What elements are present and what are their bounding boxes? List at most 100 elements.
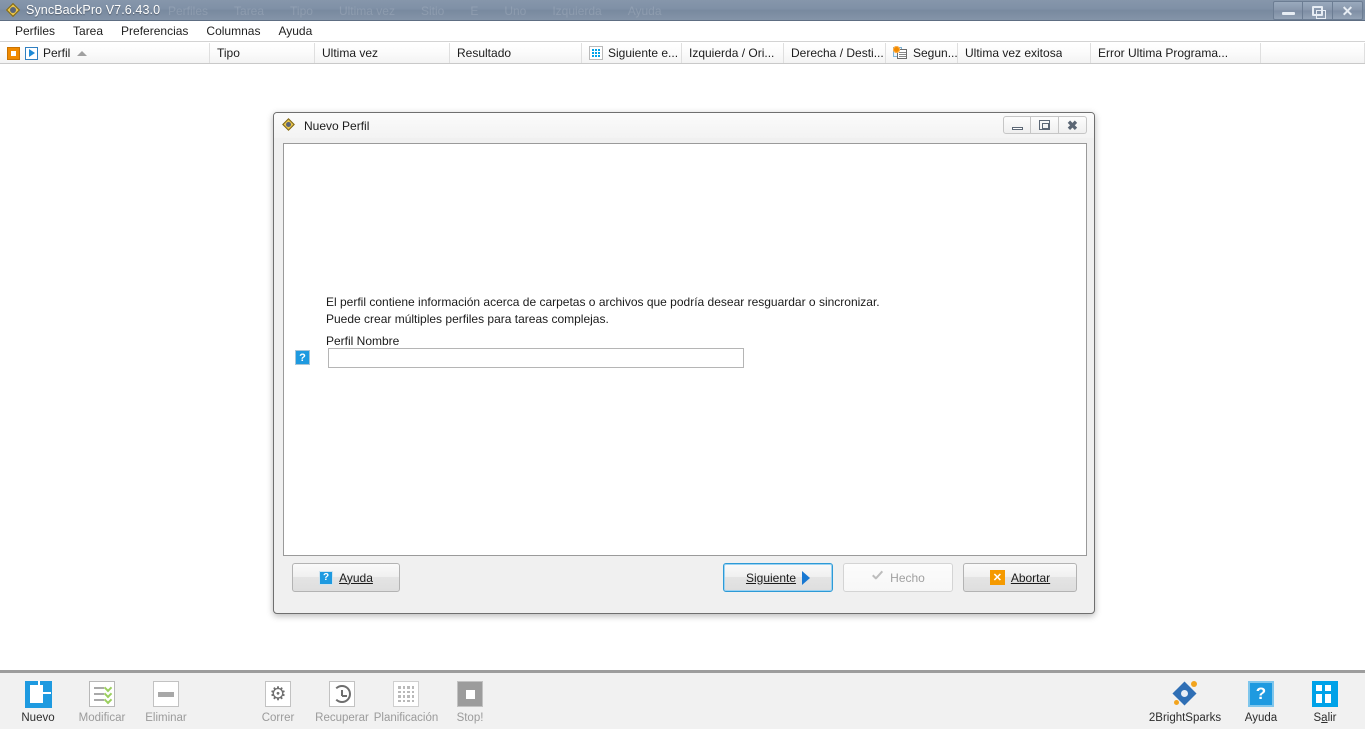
toolbar-correr-button[interactable]: ⚙ Correr bbox=[246, 673, 310, 724]
column-header-error-ultima-programada[interactable]: Error Ultima Programa... bbox=[1091, 43, 1261, 63]
help-button[interactable]: ? Ayuda bbox=[292, 563, 400, 592]
profile-list-column-headers: Perfil Tipo Ultima vez Resultado Siguien… bbox=[0, 43, 1365, 64]
toolbar-modificar-button[interactable]: Modificar bbox=[70, 673, 134, 724]
window-close-button[interactable]: ✕ bbox=[1333, 1, 1363, 20]
ghost-item: Tipo bbox=[290, 4, 313, 18]
run-play-icon bbox=[25, 46, 38, 60]
stop-icon bbox=[457, 678, 483, 710]
application-window: SyncBackPro V7.6.43.0 Perfiles Tarea Tip… bbox=[0, 0, 1365, 729]
column-label: Segun... bbox=[913, 46, 957, 60]
toolbar-label: Planificación bbox=[373, 712, 439, 724]
toolbar-eliminar-button[interactable]: Eliminar bbox=[134, 673, 198, 724]
window-titlebar: SyncBackPro V7.6.43.0 Perfiles Tarea Tip… bbox=[0, 0, 1365, 21]
toolbar-label: Ayuda bbox=[1244, 712, 1278, 724]
ghost-item: E bbox=[470, 4, 479, 18]
toolbar-left-group: Nuevo Modificar Eliminar ⚙ Correr Recupe… bbox=[6, 673, 502, 724]
intro-line-1: El perfil contiene información acerca de… bbox=[326, 295, 880, 309]
delete-icon bbox=[153, 678, 179, 710]
close-icon: ✕ bbox=[1341, 2, 1354, 19]
dialog-title: Nuevo Perfil bbox=[304, 118, 370, 133]
column-header-perfil[interactable]: Perfil bbox=[0, 43, 210, 63]
abort-button-label: Abortar bbox=[1010, 570, 1051, 585]
intro-line-2: Puede crear múltiples perfiles para tare… bbox=[326, 312, 609, 326]
dialog-restore-button[interactable] bbox=[1031, 116, 1059, 134]
menu-ayuda[interactable]: Ayuda bbox=[269, 22, 321, 40]
exit-grid-icon bbox=[1312, 678, 1338, 710]
minimize-icon bbox=[1011, 126, 1023, 130]
x-icon: ✕ bbox=[989, 570, 1005, 585]
toolbar-separator-gap bbox=[198, 673, 246, 724]
column-label: Ultima vez exitosa bbox=[965, 46, 1063, 60]
menu-preferencias[interactable]: Preferencias bbox=[112, 22, 197, 40]
done-button-label: Hecho bbox=[890, 570, 925, 585]
help-icon: ? bbox=[319, 570, 334, 585]
menu-tarea[interactable]: Tarea bbox=[64, 22, 112, 40]
dialog-footer: ? Ayuda Siguiente Hecho ✕ Abortar bbox=[283, 563, 1087, 605]
next-button[interactable]: Siguiente bbox=[723, 563, 833, 592]
toolbar-label: Stop! bbox=[456, 712, 484, 724]
ghost-item: Izquierda bbox=[552, 4, 602, 18]
column-header-ultima-vez-exitosa[interactable]: Ultima vez exitosa bbox=[958, 43, 1091, 63]
restore-icon bbox=[1039, 120, 1050, 130]
column-header-resultado[interactable]: Resultado bbox=[450, 43, 582, 63]
column-header-siguiente-ejecucion[interactable]: Siguiente e... bbox=[582, 43, 682, 63]
close-icon: ✖ bbox=[1067, 117, 1078, 133]
column-label: Error Ultima Programa... bbox=[1098, 46, 1229, 60]
column-header-tipo[interactable]: Tipo bbox=[210, 43, 315, 63]
dialog-titlebar: Nuevo Perfil ✖ bbox=[274, 113, 1094, 138]
toolbar-ayuda-button[interactable]: ? Ayuda bbox=[1229, 673, 1293, 724]
profile-name-label: Perfil Nombre bbox=[326, 334, 400, 348]
toolbar-label: Nuevo bbox=[21, 712, 55, 724]
done-button[interactable]: Hecho bbox=[843, 563, 953, 592]
column-header-segundo[interactable]: Segun... bbox=[886, 43, 958, 63]
ghost-item: Ayuda bbox=[627, 4, 662, 18]
new-profile-icon bbox=[24, 678, 52, 710]
toolbar-label: Correr bbox=[261, 712, 295, 724]
next-button-label: Siguiente bbox=[745, 570, 797, 585]
restore-clock-icon bbox=[329, 678, 355, 710]
menu-perfiles[interactable]: Perfiles bbox=[6, 22, 64, 40]
ghost-item: Ultima vez bbox=[338, 4, 395, 18]
ghost-item: Uno bbox=[504, 4, 527, 18]
modify-icon bbox=[89, 678, 115, 710]
window-title: SyncBackPro V7.6.43.0 bbox=[26, 3, 161, 17]
profile-name-input[interactable] bbox=[328, 348, 744, 368]
bottom-toolbar: Nuevo Modificar Eliminar ⚙ Correr Recupe… bbox=[0, 670, 1365, 729]
toolbar-planificacion-button[interactable]: Planificación bbox=[374, 673, 438, 724]
abort-button[interactable]: ✕ Abortar bbox=[963, 563, 1077, 592]
dialog-body-panel: El perfil contiene información acerca de… bbox=[283, 143, 1087, 556]
gear-icon: ⚙ bbox=[265, 678, 291, 710]
restore-icon bbox=[1312, 5, 1326, 19]
toolbar-stop-button[interactable]: Stop! bbox=[438, 673, 502, 724]
menubar: Perfiles Tarea Preferencias Columnas Ayu… bbox=[0, 21, 1365, 42]
column-header-filler bbox=[1261, 43, 1365, 63]
help-icon[interactable]: ? bbox=[295, 350, 310, 365]
toolbar-label: Modificar bbox=[78, 712, 126, 724]
ghost-item: Sitio bbox=[420, 4, 445, 18]
toolbar-right-group: 2BrightSparks ? Ayuda Salir bbox=[1141, 673, 1357, 724]
status-square-icon bbox=[7, 46, 20, 60]
menu-columnas[interactable]: Columnas bbox=[197, 22, 269, 40]
column-label: Ultima vez bbox=[322, 46, 379, 60]
toolbar-label: Recuperar bbox=[315, 712, 369, 724]
help-button-label: Ayuda bbox=[339, 570, 373, 585]
column-label: Tipo bbox=[217, 46, 240, 60]
grid-icon bbox=[589, 46, 603, 60]
column-header-ultima-vez[interactable]: Ultima vez bbox=[315, 43, 450, 63]
toolbar-salir-button[interactable]: Salir bbox=[1293, 673, 1357, 724]
column-header-izquierda-origen[interactable]: Izquierda / Ori... bbox=[682, 43, 784, 63]
sort-ascending-icon bbox=[77, 50, 88, 56]
toolbar-recuperar-button[interactable]: Recuperar bbox=[310, 673, 374, 724]
window-minimize-button[interactable] bbox=[1273, 1, 1303, 20]
chevron-right-icon bbox=[802, 570, 811, 585]
window-restore-button[interactable] bbox=[1303, 1, 1333, 20]
toolbar-nuevo-button[interactable]: Nuevo bbox=[6, 673, 70, 724]
column-header-derecha-destino[interactable]: Derecha / Desti... bbox=[784, 43, 886, 63]
dialog-close-button[interactable]: ✖ bbox=[1059, 116, 1087, 134]
column-label: Perfil bbox=[43, 46, 71, 60]
nuevo-perfil-dialog: Nuevo Perfil ✖ El perfil contiene inform… bbox=[273, 112, 1095, 614]
brightsparks-diamond-icon bbox=[1172, 678, 1198, 710]
dialog-minimize-button[interactable] bbox=[1003, 116, 1031, 134]
toolbar-2brightsparks-button[interactable]: 2BrightSparks bbox=[1141, 673, 1229, 724]
column-label: Derecha / Desti... bbox=[791, 46, 884, 60]
